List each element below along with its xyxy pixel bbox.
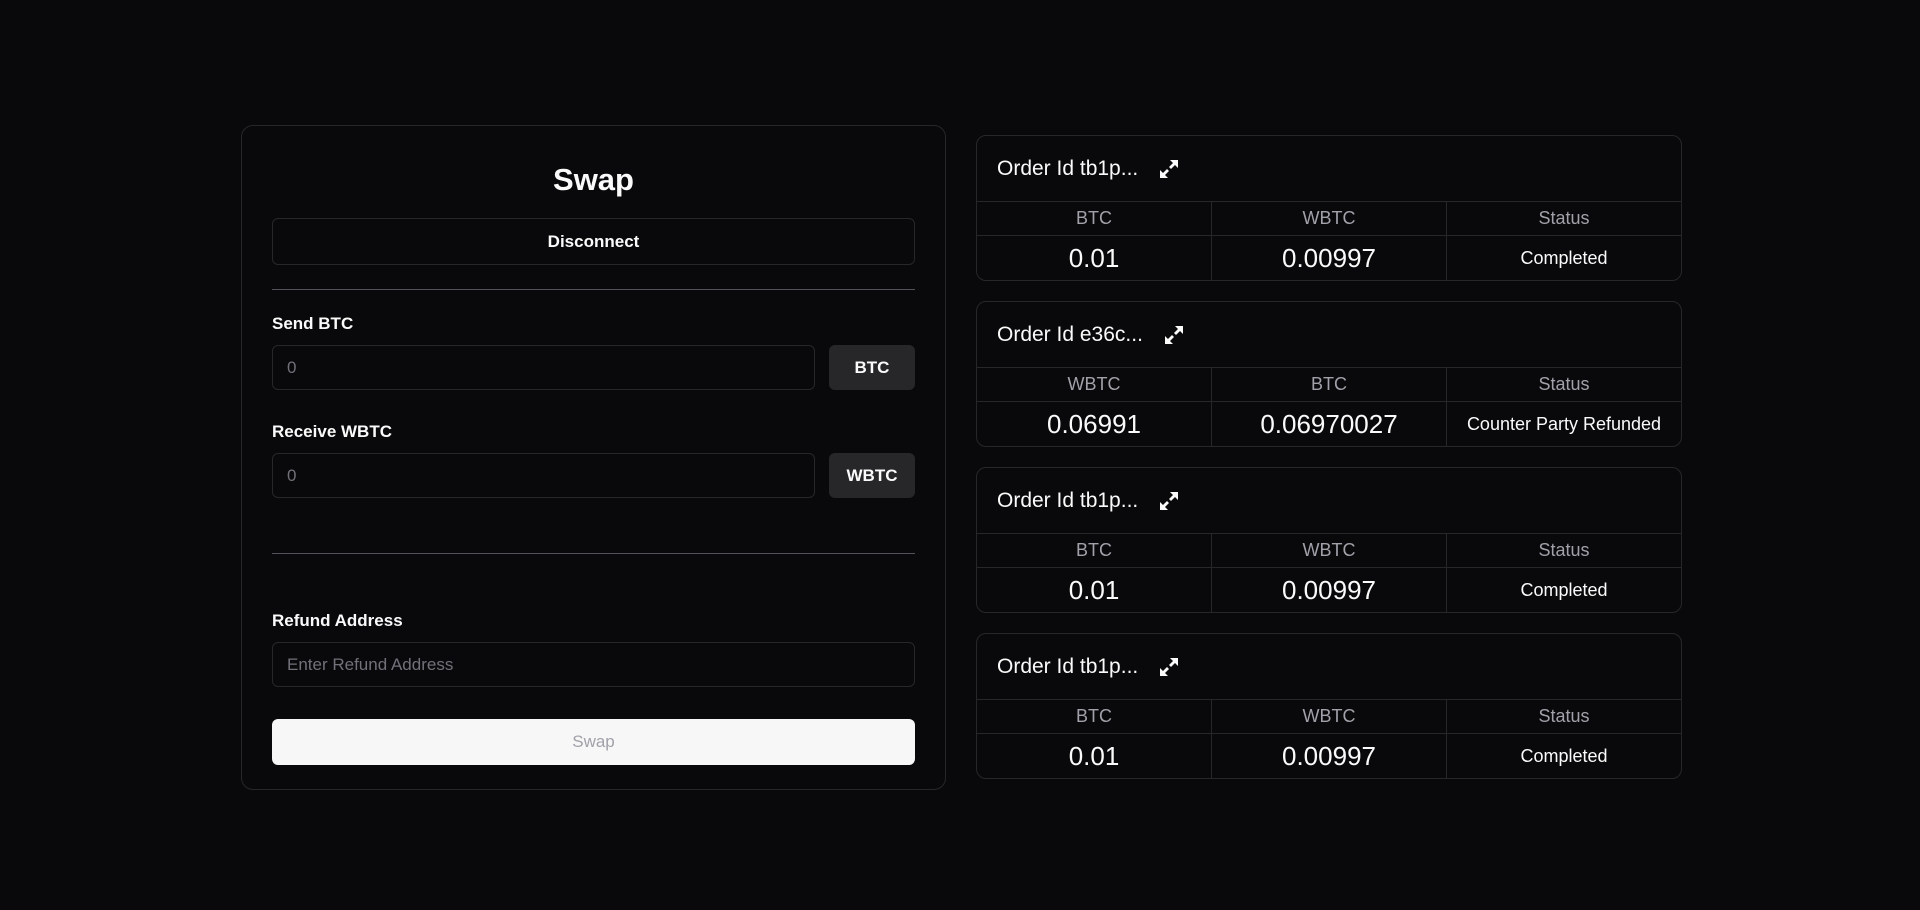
order-table: WBTC BTC Status 0.06991 0.06970027 Count… [977, 368, 1681, 446]
swap-button[interactable]: Swap [272, 719, 915, 765]
expand-arrows-icon[interactable] [1158, 158, 1180, 180]
send-amount-input[interactable]: 0 [272, 345, 815, 390]
column-header: WBTC [1212, 202, 1447, 236]
order-value: 0.06970027 [1212, 402, 1447, 446]
order-id: Order Id tb1p... [997, 156, 1139, 180]
order-header: Order Id tb1p... [977, 634, 1681, 700]
order-status: Counter Party Refunded [1466, 414, 1662, 434]
order-value: 0.01 [977, 734, 1212, 778]
column-header: WBTC [1212, 534, 1447, 568]
column-header: BTC [977, 202, 1212, 236]
swap-title: Swap [553, 162, 634, 197]
send-row: 0 BTC [272, 345, 915, 390]
expand-arrows-icon[interactable] [1163, 324, 1185, 346]
column-header: BTC [977, 700, 1212, 734]
order-table: BTC WBTC Status 0.01 0.00997 Completed [977, 534, 1681, 612]
column-header: BTC [1212, 368, 1447, 402]
column-header: WBTC [977, 368, 1212, 402]
order-value: 0.06991 [977, 402, 1212, 446]
order-table: BTC WBTC Status 0.01 0.00997 Completed [977, 202, 1681, 280]
refund-address-input[interactable]: Enter Refund Address [272, 642, 915, 687]
order-value: 0.01 [977, 236, 1212, 280]
order-header: Order Id e36c... [977, 302, 1681, 368]
order-status: Completed [1520, 580, 1608, 600]
receive-amount-input[interactable]: 0 [272, 453, 815, 498]
column-header: WBTC [1212, 700, 1447, 734]
expand-arrows-icon[interactable] [1158, 656, 1180, 678]
column-header: BTC [977, 534, 1212, 568]
order-status: Completed [1520, 248, 1608, 268]
order-status: Completed [1520, 746, 1608, 766]
disconnect-button[interactable]: Disconnect [272, 218, 915, 265]
column-header: Status [1447, 202, 1681, 236]
order-header: Order Id tb1p... [977, 468, 1681, 534]
order-id: Order Id e36c... [997, 322, 1143, 346]
order-card: Order Id tb1p... BTC WBTC Status 0.01 0.… [976, 633, 1682, 779]
orders-list: Order Id tb1p... BTC WBTC Status 0.01 0.… [976, 135, 1682, 799]
send-token-button[interactable]: BTC [829, 345, 915, 390]
order-id: Order Id tb1p... [997, 654, 1139, 678]
order-card: Order Id tb1p... BTC WBTC Status 0.01 0.… [976, 467, 1682, 613]
order-value: 0.00997 [1212, 568, 1447, 612]
column-header: Status [1447, 534, 1681, 568]
order-header: Order Id tb1p... [977, 136, 1681, 202]
order-value: 0.01 [977, 568, 1212, 612]
expand-arrows-icon[interactable] [1158, 490, 1180, 512]
order-card: Order Id e36c... WBTC BTC Status 0.06991… [976, 301, 1682, 447]
receive-row: 0 WBTC [272, 453, 915, 498]
order-value: 0.00997 [1212, 734, 1447, 778]
order-value: 0.00997 [1212, 236, 1447, 280]
divider [272, 553, 915, 554]
send-label: Send BTC [272, 314, 354, 333]
swap-card: Swap Disconnect Send BTC 0 BTC Receive W… [241, 125, 946, 790]
receive-label: Receive WBTC [272, 422, 392, 441]
order-table: BTC WBTC Status 0.01 0.00997 Completed [977, 700, 1681, 778]
refund-label: Refund Address [272, 611, 403, 630]
column-header: Status [1447, 368, 1681, 402]
order-id: Order Id tb1p... [997, 488, 1139, 512]
order-card: Order Id tb1p... BTC WBTC Status 0.01 0.… [976, 135, 1682, 281]
column-header: Status [1447, 700, 1681, 734]
divider [272, 289, 915, 290]
receive-token-button[interactable]: WBTC [829, 453, 915, 498]
